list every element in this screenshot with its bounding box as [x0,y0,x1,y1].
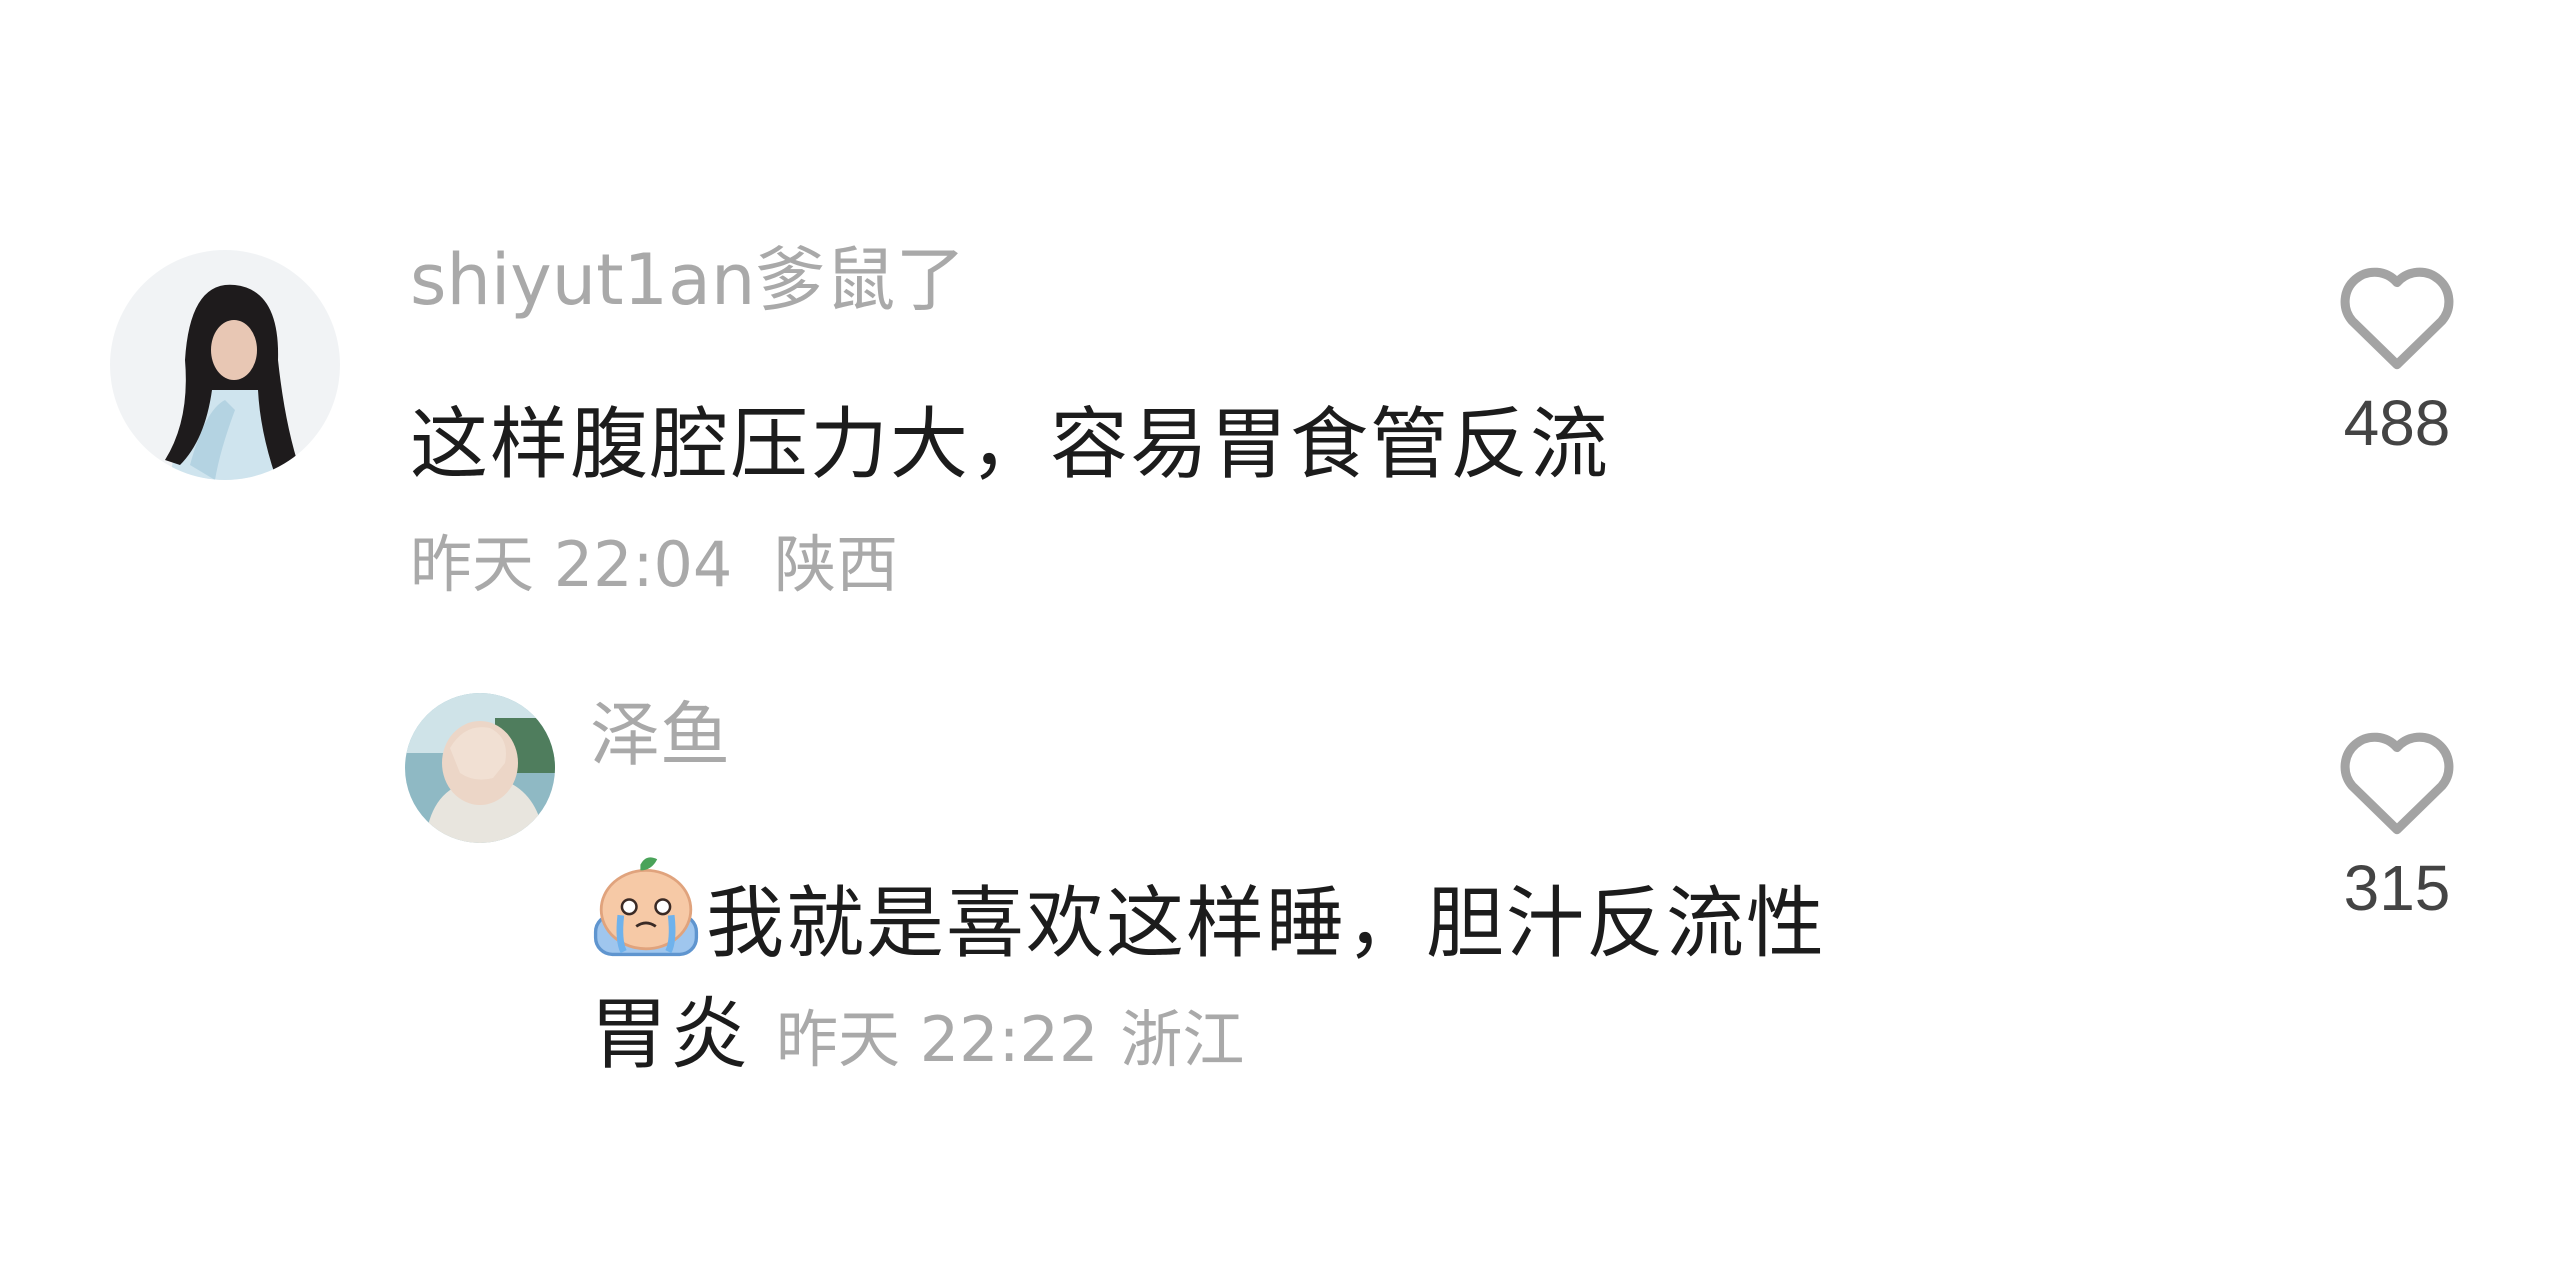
comment-time: 昨天 22:22 [776,1003,1099,1076]
crying-face-emoji [590,848,702,984]
reply-text-line2: 胃炎 昨天 22:22 浙江 [590,985,1244,1090]
comment-location: 浙江 [1120,1003,1245,1076]
avatar[interactable] [405,693,555,843]
heart-icon[interactable] [2333,720,2461,838]
like-count: 315 [2343,852,2451,924]
reply-text: 我就是喜欢这样睡，胆汁反流性 [706,879,1827,969]
user-avatar-icon [110,250,340,480]
username[interactable]: shiyut1an爹鼠了 [410,235,965,325]
comment-item: shiyut1an爹鼠了 这样腹腔压力大，容易胃食管反流 昨天 22:04 陕西… [0,0,2560,640]
like-count: 488 [2343,387,2451,459]
heart-icon[interactable] [2333,255,2461,373]
like-button[interactable]: 488 [2322,255,2472,463]
comment-text: 这样腹腔压力大，容易胃食管反流 [410,400,1611,490]
avatar[interactable] [110,250,340,480]
comment-meta: 昨天 22:04 陕西 [410,520,898,610]
like-button[interactable]: 315 [2322,720,2472,928]
comment-time: 昨天 22:04 [410,528,733,601]
reply-text-line1: 我就是喜欢这样睡，胆汁反流性 [590,848,1826,984]
reply-item: 泽鱼 我就是喜欢这样睡，胆汁反流性 胃炎 昨天 22:22 浙江 315 [0,640,2560,1280]
comment-location: 陕西 [774,528,899,601]
username[interactable]: 泽鱼 [590,690,730,780]
user-avatar-icon [405,693,555,843]
reply-text-continued: 胃炎 [590,990,751,1080]
